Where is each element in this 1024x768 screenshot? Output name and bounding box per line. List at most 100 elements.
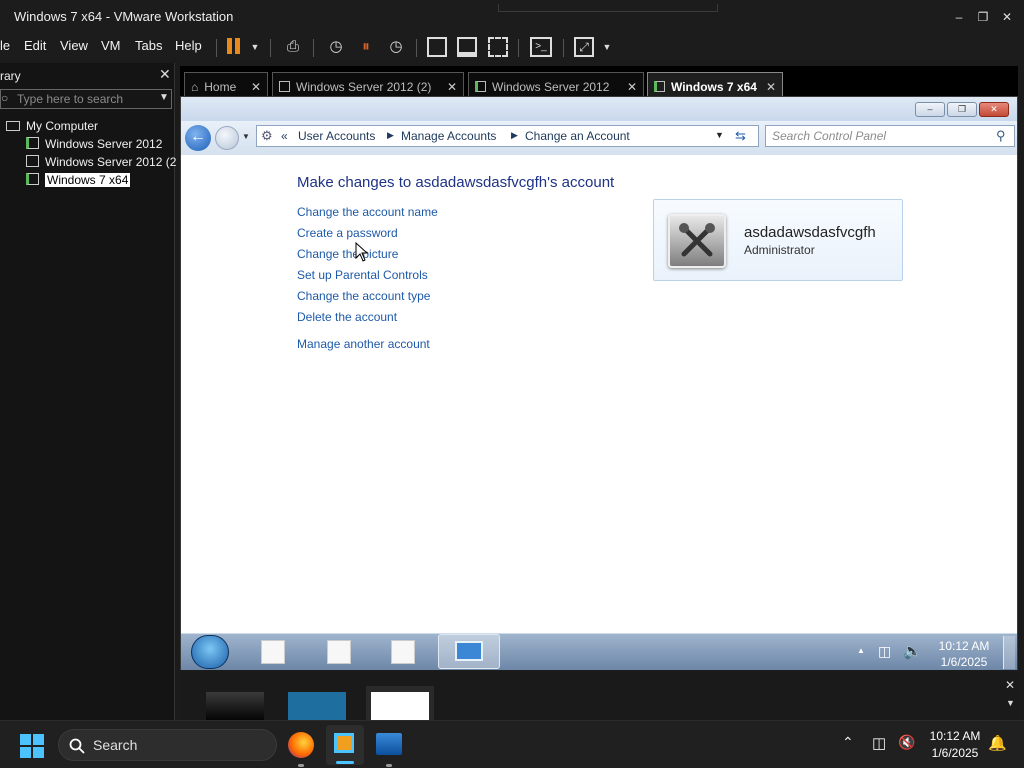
control-panel-search-input[interactable] <box>772 129 992 143</box>
stretch-guest-icon[interactable]: ⤢ <box>574 37 594 57</box>
thumbnail-scroll-down-icon[interactable]: ▼ <box>1006 698 1015 708</box>
taskbar-search-box[interactable] <box>58 729 277 761</box>
address-bar[interactable]: ⚙ « User Accounts ▶ Manage Accounts ▶ Ch… <box>256 125 759 147</box>
show-library-icon[interactable] <box>427 37 447 57</box>
library-search-input[interactable] <box>17 91 157 107</box>
windows-start-icon[interactable] <box>20 734 44 758</box>
guest-clock-time: 10:12 AM <box>938 639 990 653</box>
search-icon <box>69 738 85 754</box>
tab-close-icon[interactable]: ✕ <box>251 80 261 94</box>
breadcrumb-separator-icon[interactable]: ▶ <box>511 130 518 141</box>
library-search-box[interactable]: ○ ▼ <box>0 89 172 109</box>
tab-close-icon[interactable]: ✕ <box>627 80 637 94</box>
chevron-down-icon[interactable]: ▼ <box>159 92 169 103</box>
vmware-taskbar-button[interactable] <box>326 725 364 765</box>
menu-help[interactable]: Help <box>175 38 202 53</box>
restore-button[interactable]: ❐ <box>974 8 992 26</box>
library-title: rary <box>0 69 21 83</box>
minimize-button[interactable]: – <box>950 8 968 26</box>
vm-running-icon <box>26 173 39 185</box>
menu-vm[interactable]: VM <box>101 38 121 53</box>
guest-close-button[interactable]: ✕ <box>979 102 1009 117</box>
library-close-icon[interactable]: ✕ <box>159 66 171 83</box>
guest-screen[interactable]: – ❐ ✕ ← ▼ ⚙ « User Accounts ▶ Manage Acc… <box>180 96 1018 670</box>
guest-restore-button[interactable]: ❐ <box>947 102 977 117</box>
refresh-icon[interactable]: ⇆ <box>735 128 746 144</box>
guest-clock-date: 1/6/2025 <box>940 655 988 669</box>
network-icon[interactable]: ◫ <box>878 643 891 660</box>
guest-minimize-button[interactable]: – <box>915 102 945 117</box>
notification-bell-icon[interactable]: 🔔 <box>988 734 1007 752</box>
vm-icon <box>475 81 486 92</box>
tree-item-windows-server-2012-2[interactable]: Windows Server 2012 (2 <box>26 155 176 173</box>
title-drag-region[interactable] <box>498 4 718 12</box>
taskbar-document-icon[interactable] <box>391 640 415 664</box>
menu-view[interactable]: View <box>60 38 88 53</box>
back-icon[interactable]: ← <box>185 125 211 151</box>
thumbnail-windows-7-x64[interactable] <box>366 686 434 720</box>
tree-item-windows-server-2012[interactable]: Windows Server 2012 <box>26 137 162 155</box>
show-hidden-icons-icon[interactable]: ▲ <box>857 646 865 655</box>
taskbar-search-input[interactable] <box>93 737 263 753</box>
toolbar-separator <box>313 39 314 57</box>
tree-item-my-computer[interactable]: My Computer <box>6 119 98 137</box>
guest-window-titlebar: – ❐ ✕ <box>181 97 1017 121</box>
home-icon: ⌂ <box>191 79 199 94</box>
thumbnail-bar: ✕ ▼ <box>180 672 1018 720</box>
control-panel-search-box[interactable]: ⚲ <box>765 125 1015 147</box>
power-dropdown-icon[interactable]: ▼ <box>244 36 266 58</box>
console-view-icon[interactable]: >_ <box>530 37 552 57</box>
send-ctrl-alt-del-icon[interactable]: ⎙ <box>282 36 304 58</box>
thumbnail-bar-icon[interactable] <box>457 37 477 57</box>
breadcrumb-change-an-account[interactable]: Change an Account <box>525 129 630 143</box>
menu-file[interactable]: le <box>0 38 10 53</box>
snapshot-icon[interactable]: ◷ <box>325 36 347 58</box>
network-icon[interactable]: ◫ <box>872 734 886 752</box>
revert-snapshot-icon[interactable]: ⏸ <box>355 36 377 58</box>
forward-icon[interactable] <box>215 126 239 150</box>
breadcrumb-manage-accounts[interactable]: Manage Accounts <box>401 129 496 143</box>
taskbar-document-icon[interactable] <box>261 640 285 664</box>
link-delete-account[interactable]: Delete the account <box>297 310 397 324</box>
breadcrumb-overflow[interactable]: « <box>281 129 288 143</box>
taskbar-control-panel-button[interactable] <box>438 634 500 669</box>
link-manage-another-account[interactable]: Manage another account <box>297 337 430 351</box>
breadcrumb-separator-icon[interactable]: ▶ <box>387 130 394 141</box>
menu-tabs[interactable]: Tabs <box>135 38 162 53</box>
tab-close-icon[interactable]: ✕ <box>766 80 776 94</box>
taskbar-document-icon[interactable] <box>327 640 351 664</box>
guest-clock[interactable]: 10:12 AM 1/6/2025 <box>929 638 999 670</box>
firefox-icon[interactable] <box>288 732 314 758</box>
tools-icon <box>679 223 715 257</box>
link-create-password[interactable]: Create a password <box>297 226 398 240</box>
stretch-dropdown-icon[interactable]: ▼ <box>596 36 618 58</box>
show-desktop-button[interactable] <box>1003 636 1015 669</box>
snapshot-manager-icon[interactable]: ◷ <box>385 36 407 58</box>
photos-icon[interactable] <box>376 733 402 755</box>
breadcrumb-user-accounts[interactable]: User Accounts <box>298 129 375 143</box>
speaker-muted-icon[interactable]: 🔇 <box>898 734 915 751</box>
link-parental-controls[interactable]: Set up Parental Controls <box>297 268 428 282</box>
close-button[interactable]: ✕ <box>998 8 1016 26</box>
search-icon[interactable]: ⚲ <box>996 128 1006 144</box>
link-change-picture[interactable]: Change the picture <box>297 247 398 261</box>
link-change-account-name[interactable]: Change the account name <box>297 205 438 219</box>
host-clock[interactable]: 10:12 AM 1/6/2025 <box>920 728 990 762</box>
tree-item-windows-7-x64[interactable]: Windows 7 x64 <box>26 173 131 191</box>
thumbnail-windows-server-2012-2[interactable] <box>206 692 264 720</box>
recent-pages-chevron-icon[interactable]: ▼ <box>242 132 250 141</box>
tab-close-icon[interactable]: ✕ <box>447 80 457 94</box>
pause-icon[interactable] <box>227 38 232 54</box>
start-orb-icon[interactable] <box>191 635 229 669</box>
link-change-account-type[interactable]: Change the account type <box>297 289 430 303</box>
full-screen-icon[interactable] <box>488 37 508 57</box>
host-taskbar: ⌃ ◫ 🔇 10:12 AM 1/6/2025 🔔 <box>0 720 1024 768</box>
volume-icon[interactable]: 🔈 <box>903 642 922 660</box>
chevron-up-icon[interactable]: ⌃ <box>842 734 854 751</box>
address-dropdown-icon[interactable]: ▼ <box>715 130 724 140</box>
thumbnail-windows-server-2012[interactable] <box>288 692 346 720</box>
pause-icon-bar[interactable] <box>235 38 240 54</box>
thumbnail-close-icon[interactable]: ✕ <box>1005 678 1015 692</box>
menu-edit[interactable]: Edit <box>24 38 46 53</box>
running-indicator <box>298 764 304 767</box>
